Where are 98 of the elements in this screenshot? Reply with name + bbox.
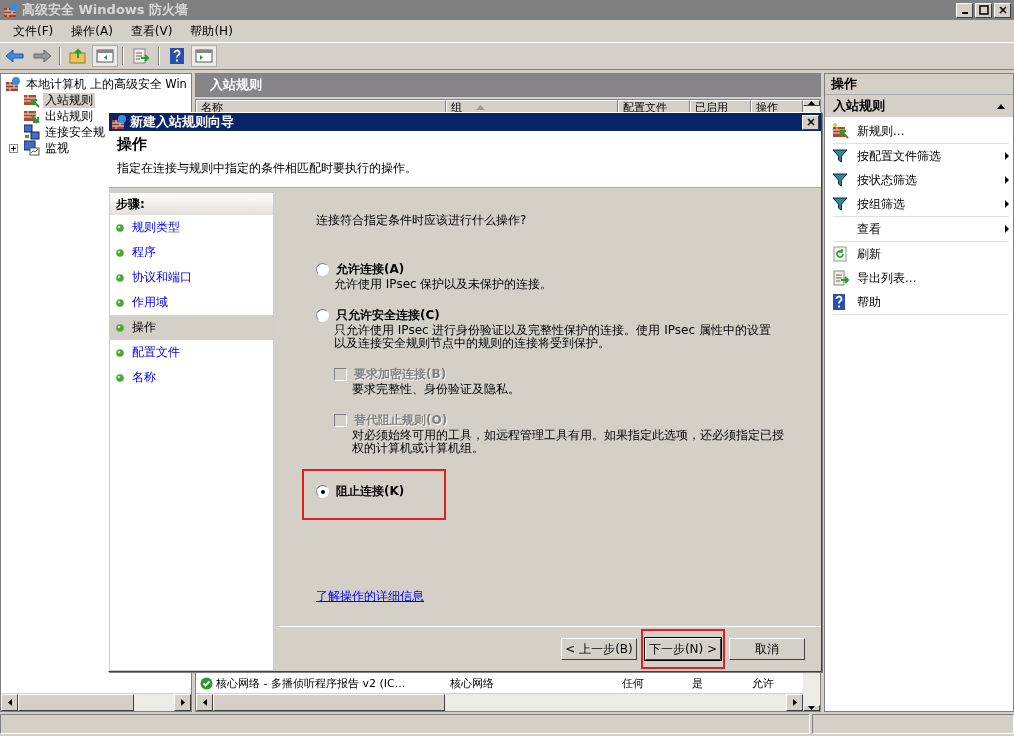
wizard-button[interactable]: < 上一步(B) xyxy=(561,638,637,660)
horizontal-scrollbar[interactable] xyxy=(196,693,803,711)
scroll-left-icon[interactable] xyxy=(7,699,12,706)
question-text: 连接符合指定条件时应该进行什么操作? xyxy=(316,212,528,229)
table-cell-text: 是 xyxy=(691,675,704,691)
bullet-icon xyxy=(116,223,124,232)
menu-item[interactable]: 操作(A) xyxy=(62,22,122,40)
firewall-icon xyxy=(3,2,19,18)
export-list-icon xyxy=(833,270,849,286)
close-button[interactable] xyxy=(802,114,819,130)
section-header[interactable]: 入站规则 xyxy=(825,95,1013,117)
action-item[interactable]: 查看 xyxy=(857,220,1005,238)
filter-icon xyxy=(833,197,847,211)
scroll-right-icon[interactable] xyxy=(180,699,185,706)
table-cell-text: 允许 xyxy=(751,675,775,691)
tree-item[interactable]: 监视 xyxy=(43,140,71,156)
radio-button[interactable] xyxy=(316,485,329,498)
close-icon xyxy=(997,5,1008,15)
steps-title: 步骤: xyxy=(110,193,273,215)
monitor-icon xyxy=(24,140,40,156)
tree-item[interactable]: 入站规则 xyxy=(43,92,95,108)
option-label: 允许连接(A) xyxy=(336,261,405,278)
option-label: 只允许安全连接(C) xyxy=(336,307,440,324)
help-icon xyxy=(833,294,845,310)
option-label: 替代阻止规则(O) xyxy=(354,412,448,429)
minimize-icon xyxy=(961,12,968,14)
scroll-down-icon[interactable] xyxy=(808,706,815,710)
wizard-button[interactable]: 下一步(N) > xyxy=(645,638,721,660)
table-cell-text: 任何 xyxy=(621,675,645,691)
scroll-right-icon[interactable] xyxy=(792,699,797,706)
action-item[interactable]: 刷新 xyxy=(857,245,1009,263)
tree-item[interactable]: 出站规则 xyxy=(43,108,95,124)
sort-ascending-icon xyxy=(475,105,485,110)
bullet-icon xyxy=(116,298,124,307)
expand-toggle-icon[interactable] xyxy=(9,143,18,153)
scroll-up-icon[interactable] xyxy=(808,101,815,105)
firewall-arrow-icon xyxy=(833,123,849,139)
refresh-icon xyxy=(833,246,847,262)
bullet-icon xyxy=(116,273,124,282)
option-label: 要求加密连接(B) xyxy=(354,366,447,383)
table-cell: 核心网络 - 多播侦听程序报告 v2 (IC... xyxy=(216,675,406,691)
minimize-button[interactable] xyxy=(956,2,973,18)
computers-icon xyxy=(24,124,40,140)
maximize-icon xyxy=(978,5,989,15)
option-description: 只允许使用 IPsec 进行身份验证以及完整性保护的连接。使用 IPsec 属性中的设置以及连接安全规则节点中的规则的连接将受到保护。 xyxy=(333,324,772,350)
step-item[interactable]: 操作 xyxy=(110,315,273,340)
close-icon xyxy=(805,117,816,127)
horizontal-scrollbar[interactable] xyxy=(1,693,191,711)
table-cell-text: 核心网络 xyxy=(449,675,495,691)
scroll-left-icon[interactable] xyxy=(202,699,207,706)
page-heading: 操作 xyxy=(117,135,148,154)
menu-item[interactable]: 帮助(H) xyxy=(181,22,242,40)
maximize-button[interactable] xyxy=(975,2,992,18)
action-item[interactable]: 帮助 xyxy=(857,293,1009,311)
option-label: 阻止连接(K) xyxy=(336,483,405,500)
tree-item[interactable]: 本地计算机 上的高级安全 Win xyxy=(24,76,189,92)
radio-button[interactable] xyxy=(316,263,329,276)
menu-item[interactable]: 查看(V) xyxy=(121,22,182,40)
close-button[interactable] xyxy=(994,2,1011,18)
radio-button[interactable] xyxy=(316,309,329,322)
forward-arrow-icon[interactable] xyxy=(30,46,54,66)
action-item[interactable]: 按组筛选 xyxy=(857,195,1005,213)
bullet-icon xyxy=(116,248,124,257)
firewall-arrow-icon xyxy=(24,108,40,124)
tree-item[interactable]: 连接安全规 xyxy=(43,124,107,140)
back-arrow-icon[interactable] xyxy=(3,46,27,66)
bullet-icon xyxy=(116,373,124,382)
step-item[interactable]: 名称 xyxy=(110,365,273,390)
action-pane-icon[interactable] xyxy=(192,46,216,66)
bullet-icon xyxy=(116,323,124,332)
pane-title: 入站规则 xyxy=(195,73,821,97)
pane-title: 操作 xyxy=(825,74,1013,95)
firewall-icon xyxy=(111,114,127,130)
step-item[interactable]: 作用域 xyxy=(110,290,273,315)
firewall-icon xyxy=(5,76,21,92)
menu-item[interactable]: 文件(F) xyxy=(4,22,63,40)
action-item[interactable]: 新规则... xyxy=(857,122,1009,140)
step-item[interactable]: 协议和端口 xyxy=(110,265,273,290)
tree-pane-icon[interactable] xyxy=(93,46,117,66)
bullet-icon xyxy=(116,348,124,357)
help-link[interactable]: 了解操作的详细信息 xyxy=(316,589,424,603)
filter-icon xyxy=(833,149,847,163)
step-item[interactable]: 规则类型 xyxy=(110,215,273,240)
window-title: 高级安全 Windows 防火墙 xyxy=(22,1,189,19)
step-item[interactable]: 程序 xyxy=(110,240,273,265)
collapse-icon[interactable] xyxy=(997,103,1005,109)
option-description: 要求完整性、身份验证及隐私。 xyxy=(351,383,521,396)
wizard-button[interactable]: 取消 xyxy=(729,638,805,660)
action-item[interactable]: 按状态筛选 xyxy=(857,171,1005,189)
firewall-arrow-icon xyxy=(24,92,40,108)
action-item[interactable]: 导出列表... xyxy=(857,269,1009,287)
option-description: 对必须始终可用的工具，如远程管理工具有用。如果指定此选项，还必须指定已授权的计算机或计算机组。 xyxy=(351,429,785,455)
page-description: 指定在连接与规则中指定的条件相匹配时要执行的操作。 xyxy=(117,160,418,177)
filter-icon xyxy=(833,173,847,187)
action-item[interactable]: 按配置文件筛选 xyxy=(857,147,1005,165)
option-description: 允许使用 IPsec 保护以及未保护的连接。 xyxy=(333,278,554,291)
step-item[interactable]: 配置文件 xyxy=(110,340,273,365)
dialog-title: 新建入站规则向导 xyxy=(130,113,234,131)
